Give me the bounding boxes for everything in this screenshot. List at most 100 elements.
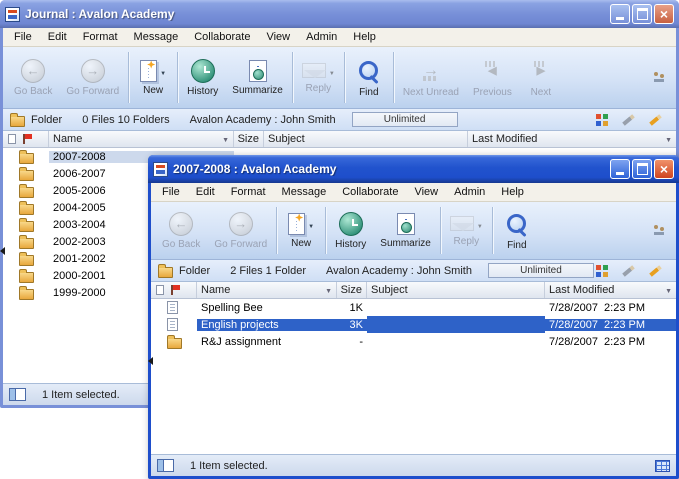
close-button[interactable] — [654, 159, 674, 179]
next-button[interactable]: Next — [519, 56, 563, 100]
file-size: 3K — [337, 319, 367, 331]
new-icon — [288, 213, 305, 235]
menu-admin[interactable]: Admin — [446, 186, 493, 198]
flag-column-icon[interactable] — [171, 285, 173, 295]
toolbar-separator — [276, 207, 277, 254]
window-controls — [610, 4, 674, 24]
menu-message[interactable]: Message — [274, 186, 335, 198]
menu-collaborate[interactable]: Collaborate — [186, 31, 258, 43]
window-title: 2007-2008 : Avalon Academy — [173, 162, 605, 176]
column-name[interactable]: Name — [197, 282, 337, 298]
minimize-button[interactable] — [610, 159, 630, 179]
desktop: Journal : Avalon Academy File Edit Forma… — [0, 0, 679, 479]
find-button[interactable]: Find — [495, 209, 539, 253]
folder-icon — [158, 267, 173, 278]
pane-collapse-arrow[interactable] — [0, 247, 5, 255]
table-row-selected[interactable]: English projects 3K 7/28/2007 2:23 PM — [151, 316, 676, 333]
table-row[interactable]: R&J assignment - 7/28/2007 2:23 PM — [151, 333, 676, 350]
minimize-button[interactable] — [610, 4, 630, 24]
connection-icon[interactable] — [652, 224, 666, 238]
pencil-icon[interactable] — [622, 265, 635, 276]
column-subject-label: Subject — [268, 133, 305, 145]
chevron-down-icon[interactable] — [160, 62, 166, 80]
menu-help[interactable]: Help — [345, 31, 384, 43]
column-subject[interactable]: Subject — [264, 131, 468, 147]
maximize-button[interactable] — [632, 4, 652, 24]
pane-collapse-arrow[interactable] — [148, 357, 153, 365]
pen-icon[interactable] — [649, 265, 662, 276]
new-button[interactable]: New — [131, 58, 175, 98]
menu-edit[interactable]: Edit — [40, 31, 75, 43]
flag-column-icon[interactable] — [23, 134, 25, 144]
column-size[interactable]: Size — [234, 131, 264, 147]
status-bar: 1 Item selected. — [151, 454, 676, 476]
menu-format[interactable]: Format — [223, 186, 274, 198]
toolbar-separator — [492, 207, 493, 254]
column-subject-label: Subject — [371, 284, 408, 296]
menu-view[interactable]: View — [406, 186, 446, 198]
menu-collaborate[interactable]: Collaborate — [334, 186, 406, 198]
table-view-icon[interactable] — [655, 460, 670, 472]
menu-format[interactable]: Format — [75, 31, 126, 43]
go-forward-button[interactable]: Go Forward — [207, 210, 274, 252]
chevron-down-icon[interactable] — [308, 215, 314, 233]
reply-button[interactable]: Reply — [443, 213, 490, 249]
history-button[interactable]: History — [328, 210, 373, 252]
column-options-icon[interactable] — [665, 133, 672, 145]
chevron-down-icon[interactable] — [477, 215, 483, 233]
icon-columns — [3, 131, 49, 147]
chevron-down-icon[interactable] — [329, 62, 335, 80]
reply-button[interactable]: Reply — [295, 60, 342, 96]
menu-bar: File Edit Format Message Collaborate Vie… — [3, 28, 676, 47]
folder-icon — [19, 272, 34, 283]
toolbar-label: Find — [507, 240, 526, 251]
column-modified[interactable]: Last Modified — [545, 282, 676, 298]
column-size[interactable]: Size — [337, 282, 367, 298]
table-row[interactable]: Spelling Bee 1K 7/28/2007 2:23 PM — [151, 299, 676, 316]
menu-admin[interactable]: Admin — [298, 31, 345, 43]
close-button[interactable] — [654, 4, 674, 24]
menu-view[interactable]: View — [258, 31, 298, 43]
split-view-icon[interactable] — [9, 388, 26, 401]
menu-edit[interactable]: Edit — [188, 186, 223, 198]
column-options-icon[interactable] — [665, 284, 672, 296]
column-subject[interactable]: Subject — [367, 282, 545, 298]
next-unread-button[interactable]: Next Unread — [396, 56, 466, 100]
go-back-button[interactable]: Go Back — [155, 210, 207, 252]
menu-file[interactable]: File — [154, 186, 188, 198]
find-button[interactable]: Find — [347, 56, 391, 100]
file-size: 1K — [337, 302, 367, 314]
reply-icon — [450, 216, 474, 231]
pen-icon[interactable] — [649, 114, 662, 125]
previous-button[interactable]: Previous — [466, 56, 519, 100]
summarize-button[interactable]: Summarize — [373, 211, 438, 251]
history-button[interactable]: History — [180, 57, 225, 99]
column-name[interactable]: Name — [49, 131, 234, 147]
summarize-button[interactable]: Summarize — [225, 58, 290, 98]
file-name: Spelling Bee — [197, 302, 337, 314]
titlebar[interactable]: 2007-2008 : Avalon Academy — [148, 155, 679, 183]
item-type-column-icon[interactable] — [156, 285, 164, 295]
menu-message[interactable]: Message — [126, 31, 187, 43]
view-options-icon[interactable] — [596, 114, 601, 119]
column-header: Name Size Subject Last Modified — [151, 282, 676, 299]
new-button[interactable]: New — [279, 211, 323, 251]
file-name: R&J assignment — [197, 336, 337, 348]
split-view-icon[interactable] — [157, 459, 174, 472]
item-type-column-icon[interactable] — [8, 134, 16, 144]
pencil-icon[interactable] — [622, 114, 635, 125]
file-list: Spelling Bee 1K 7/28/2007 2:23 PM Englis… — [151, 299, 676, 454]
menu-help[interactable]: Help — [493, 186, 532, 198]
menu-file[interactable]: File — [6, 31, 40, 43]
titlebar[interactable]: Journal : Avalon Academy — [0, 0, 679, 28]
view-options-icon[interactable] — [596, 265, 601, 270]
next-icon — [528, 58, 554, 84]
connection-icon[interactable] — [652, 71, 666, 85]
maximize-button[interactable] — [632, 159, 652, 179]
toolbar-separator — [344, 52, 345, 103]
go-forward-button[interactable]: Go Forward — [59, 57, 126, 99]
folder-icon — [19, 153, 34, 164]
go-back-button[interactable]: Go Back — [7, 57, 59, 99]
column-modified[interactable]: Last Modified — [468, 131, 676, 147]
go-back-icon — [169, 212, 193, 236]
